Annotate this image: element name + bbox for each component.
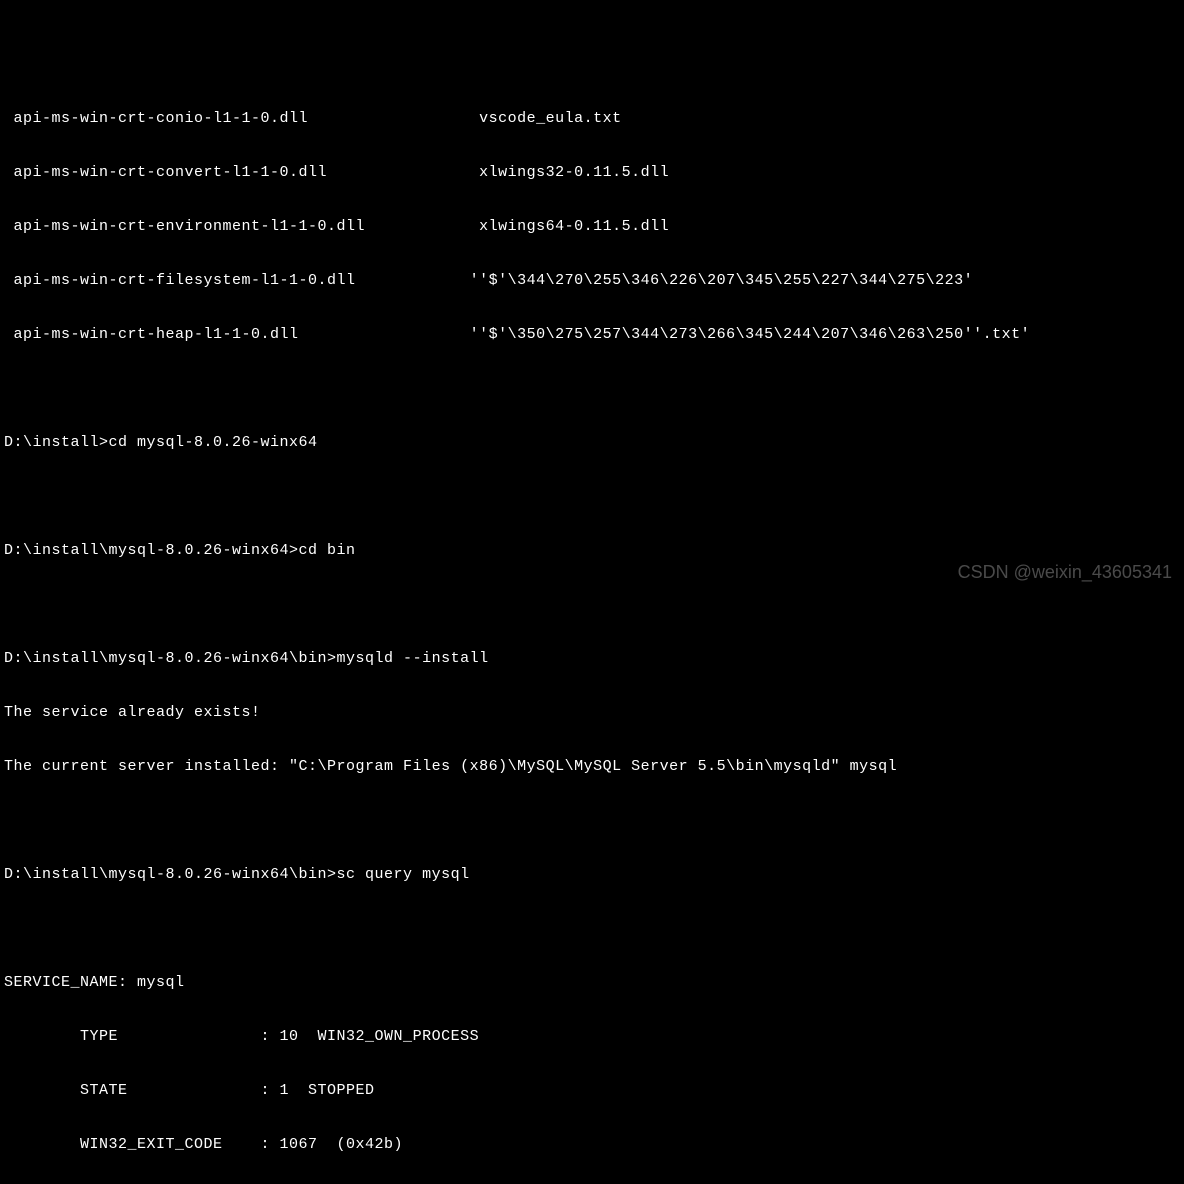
file-listing-line: api-ms-win-crt-heap-l1-1-0.dll ''$'\350\… — [4, 326, 1180, 344]
service-name-line: SERVICE_NAME: mysql — [4, 974, 1180, 992]
service-exit-code-line: WIN32_EXIT_CODE : 1067 (0x42b) — [4, 1136, 1180, 1154]
prompt-line: D:\install\mysql-8.0.26-winx64\bin>mysql… — [4, 650, 1180, 668]
prompt-line: D:\install>cd mysql-8.0.26-winx64 — [4, 434, 1180, 452]
output-line: The current server installed: "C:\Progra… — [4, 758, 1180, 776]
terminal-output[interactable]: api-ms-win-crt-conio-l1-1-0.dll vscode_e… — [0, 72, 1184, 1184]
output-line: The service already exists! — [4, 704, 1180, 722]
watermark-text: CSDN @weixin_43605341 — [958, 562, 1172, 584]
prompt-line: D:\install\mysql-8.0.26-winx64\bin>sc qu… — [4, 866, 1180, 884]
service-type-line: TYPE : 10 WIN32_OWN_PROCESS — [4, 1028, 1180, 1046]
file-listing-line: api-ms-win-crt-convert-l1-1-0.dll xlwing… — [4, 164, 1180, 182]
file-listing-line: api-ms-win-crt-filesystem-l1-1-0.dll ''$… — [4, 272, 1180, 290]
service-state-line: STATE : 1 STOPPED — [4, 1082, 1180, 1100]
prompt-line: D:\install\mysql-8.0.26-winx64>cd bin — [4, 542, 1180, 560]
file-listing-line: api-ms-win-crt-environment-l1-1-0.dll xl… — [4, 218, 1180, 236]
file-listing-line: api-ms-win-crt-conio-l1-1-0.dll vscode_e… — [4, 110, 1180, 128]
